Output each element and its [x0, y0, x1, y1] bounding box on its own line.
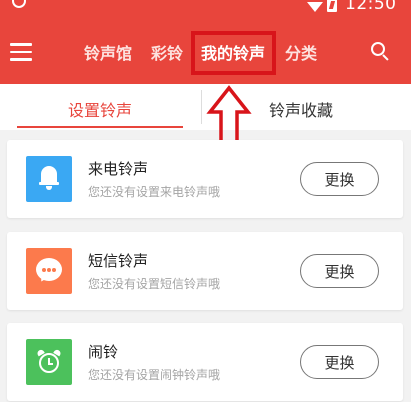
battery-charging-icon — [327, 0, 337, 12]
card-description: 您还没有设置闹钟铃声哦 — [88, 368, 221, 382]
card-title: 短信铃声 — [88, 252, 149, 270]
change-button[interactable]: 更换 — [300, 162, 379, 196]
active-tab-indicator — [17, 126, 183, 128]
icon-tile — [26, 248, 72, 294]
tab-divider — [201, 90, 202, 124]
search-icon — [12, 0, 26, 8]
menu-icon[interactable] — [10, 43, 32, 61]
change-button[interactable]: 更换 — [300, 254, 379, 288]
card-description: 您还没有设置来电铃声哦 — [88, 185, 221, 199]
tab-ringtone-favorites[interactable]: 铃声收藏 — [269, 97, 333, 121]
icon-tile — [26, 156, 72, 202]
bell-icon — [39, 166, 59, 190]
icon-tile — [26, 339, 72, 385]
ringtone-card-alarm: 闹铃 您还没有设置闹钟铃声哦 更换 — [7, 323, 403, 401]
highlight-box — [191, 31, 276, 75]
card-description: 您还没有设置短信铃声哦 — [88, 277, 221, 291]
app-bar: 铃声馆 彩铃 我的铃声 分类 — [0, 22, 411, 84]
status-bar: 12:50 — [0, 0, 411, 22]
alarm-clock-icon — [36, 348, 62, 374]
change-button[interactable]: 更换 — [300, 345, 379, 379]
tab-set-ringtone[interactable]: 设置铃声 — [68, 97, 132, 121]
tab-color-ring[interactable]: 彩铃 — [151, 40, 183, 64]
ringtone-card-sms: 短信铃声 您还没有设置短信铃声哦 更换 — [7, 232, 403, 310]
message-bubble-icon — [36, 258, 62, 284]
search-icon[interactable] — [371, 42, 389, 61]
ringtone-card-incoming-call: 来电铃声 您还没有设置来电铃声哦 更换 — [7, 140, 403, 218]
wifi-icon — [307, 2, 323, 12]
card-title: 闹铃 — [88, 343, 119, 361]
card-title: 来电铃声 — [88, 160, 149, 178]
tab-ringtone-hall[interactable]: 铃声馆 — [84, 40, 132, 64]
tab-category[interactable]: 分类 — [285, 40, 317, 64]
status-time: 12:50 — [345, 0, 397, 14]
